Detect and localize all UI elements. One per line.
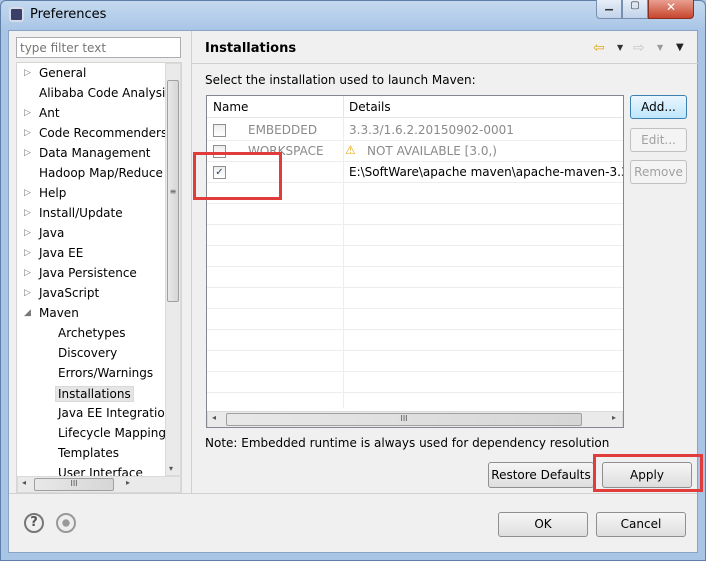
tree-item[interactable]: Lifecycle Mappings [58, 426, 172, 440]
tree-item[interactable]: Templates [58, 446, 119, 460]
back-arrow-icon[interactable]: ⇦ [593, 40, 605, 56]
maximize-button[interactable]: ▢ [622, 0, 648, 19]
remove-button[interactable]: Remove [630, 160, 687, 184]
pane-divider[interactable] [191, 31, 192, 493]
tree-item[interactable]: Data Management [39, 146, 151, 160]
row-details: 3.3.3/1.6.2.20150902-0001 [349, 123, 514, 137]
tree-item[interactable]: Alibaba Code Analysis [39, 86, 172, 100]
header-separator [192, 63, 698, 64]
note-label: Note: Embedded runtime is always used fo… [205, 436, 610, 450]
ok-button[interactable]: OK [498, 512, 588, 537]
cancel-button[interactable]: Cancel [596, 512, 686, 537]
oomph-icon[interactable] [56, 513, 76, 533]
scroll-right-icon[interactable]: ▸ [126, 478, 130, 487]
minimize-button[interactable]: ▁ [596, 0, 622, 19]
scrollbar-thumb[interactable]: ≡ [167, 80, 179, 302]
view-menu-chevron-icon[interactable]: ▼ [676, 42, 684, 53]
tree-item[interactable]: Hadoop Map/Reduce [39, 166, 163, 180]
help-icon[interactable]: ? [24, 513, 44, 533]
tree-item[interactable]: Java EE Integration [58, 406, 172, 420]
tree-item[interactable]: Discovery [58, 346, 117, 360]
tree-item[interactable]: Ant [39, 106, 60, 120]
tree-item[interactable]: Java EE [39, 246, 83, 260]
expand-arrow-icon[interactable]: ▷ [24, 148, 31, 158]
scrollbar-thumb[interactable]: III [34, 478, 114, 491]
row-details: E:\SoftWare\apache maven\apache-maven-3.… [349, 165, 624, 179]
expand-arrow-icon[interactable]: ▷ [24, 68, 31, 78]
expand-arrow-icon[interactable]: ▷ [24, 188, 31, 198]
back-menu-chevron-icon[interactable]: ▼ [617, 43, 623, 52]
tree-item[interactable]: JavaScript [39, 286, 99, 300]
window-controls: ▁ ▢ ✕ [596, 0, 700, 19]
row-name: EMBEDDED [248, 123, 318, 137]
table-row[interactable]: EMBEDDED 3.3.3/1.6.2.20150902-0001 [207, 120, 623, 141]
row-gridline [207, 245, 623, 246]
row-gridline [207, 308, 623, 309]
restore-defaults-button[interactable]: Restore Defaults [488, 462, 594, 488]
warning-icon: ⚠ [345, 143, 356, 157]
tree-item[interactable]: Errors/Warnings [58, 366, 153, 380]
page-title: Installations [205, 41, 297, 56]
scroll-right-icon[interactable]: ▸ [612, 413, 616, 422]
expand-arrow-icon[interactable]: ▷ [24, 288, 31, 298]
table-horizontal-scrollbar[interactable]: ◂ III ▸ [207, 411, 623, 427]
edit-button[interactable]: Edit... [630, 128, 687, 152]
tree-item[interactable]: Java [39, 226, 64, 240]
tree-item[interactable]: Code Recommenders [39, 126, 167, 140]
forward-menu-chevron-icon[interactable]: ▼ [657, 43, 663, 52]
row-gridline [207, 392, 623, 393]
tree-item[interactable]: Archetypes [58, 326, 126, 340]
expand-arrow-icon[interactable]: ▷ [24, 128, 31, 138]
row-checkbox[interactable] [213, 124, 226, 137]
column-header-details[interactable]: Details [349, 100, 391, 114]
tree-item[interactable]: General [39, 66, 86, 80]
tree-horizontal-scrollbar[interactable]: ◂ III ▸ [17, 476, 181, 493]
preference-tree: ▷ General Alibaba Code Analysis ▷ Ant ▷ Code R… [16, 62, 182, 494]
row-gridline [207, 287, 623, 288]
table-header: Name Details [207, 96, 623, 118]
window-title: Preferences [30, 7, 107, 22]
instruction-label: Select the installation used to launch M… [205, 73, 476, 87]
row-gridline [207, 350, 623, 351]
tree-item[interactable]: Help [39, 186, 66, 200]
expand-arrow-icon[interactable]: ▷ [24, 268, 31, 278]
expand-arrow-icon[interactable]: ▷ [24, 228, 31, 238]
scroll-left-icon[interactable]: ◂ [22, 478, 26, 487]
footer-separator [9, 493, 697, 494]
highlight-box-apply [593, 454, 703, 492]
tree-vertical-scrollbar[interactable]: ≡ ▾ [165, 63, 181, 476]
expand-arrow-icon[interactable]: ▷ [24, 108, 31, 118]
forward-arrow-icon[interactable]: ⇨ [633, 40, 645, 56]
scrollbar-thumb[interactable]: III [226, 413, 582, 426]
column-divider[interactable] [343, 96, 344, 118]
scroll-down-icon[interactable]: ▾ [169, 464, 173, 473]
expand-arrow-icon[interactable]: ▷ [24, 248, 31, 258]
row-gridline [207, 203, 623, 204]
window-icon [9, 7, 24, 22]
expand-arrow-icon[interactable]: ▷ [24, 208, 31, 218]
row-gridline [207, 224, 623, 225]
installations-table: Name Details EMBEDDED 3.3.3/1.6.2.201509… [206, 95, 624, 428]
tree-item[interactable]: Install/Update [39, 206, 123, 220]
row-gridline [207, 266, 623, 267]
scroll-left-icon[interactable]: ◂ [212, 413, 216, 422]
filter-input[interactable] [16, 37, 181, 58]
add-button[interactable]: Add... [630, 95, 687, 119]
row-gridline [207, 329, 623, 330]
collapse-arrow-icon[interactable]: ◢ [24, 308, 31, 318]
row-details: NOT AVAILABLE [3.0,) [367, 144, 497, 158]
highlight-box-row [193, 152, 282, 200]
tree-item[interactable]: Maven [39, 306, 79, 320]
tree-item[interactable]: Java Persistence [39, 266, 137, 280]
tree-item[interactable]: Installations [55, 386, 134, 402]
row-gridline [207, 140, 623, 141]
close-button[interactable]: ✕ [648, 0, 694, 19]
row-gridline [207, 371, 623, 372]
column-header-name[interactable]: Name [213, 100, 248, 114]
